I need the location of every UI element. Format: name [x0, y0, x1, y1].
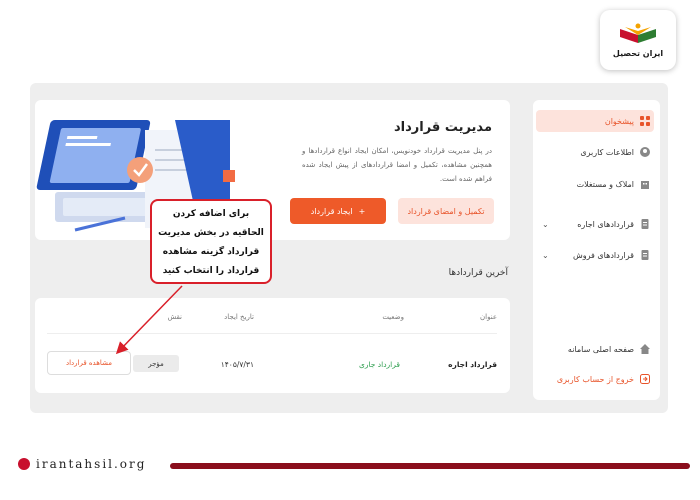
- globe-icon: [18, 458, 30, 470]
- footer-divider: [170, 463, 690, 469]
- footer-url[interactable]: irantahsil.org: [36, 457, 146, 471]
- footer: irantahsil.org: [18, 457, 146, 471]
- instruction-callout: برای اضافه کردن الحاقیه در بخش مدیریت قر…: [150, 199, 272, 284]
- callout-arrow: [115, 285, 183, 355]
